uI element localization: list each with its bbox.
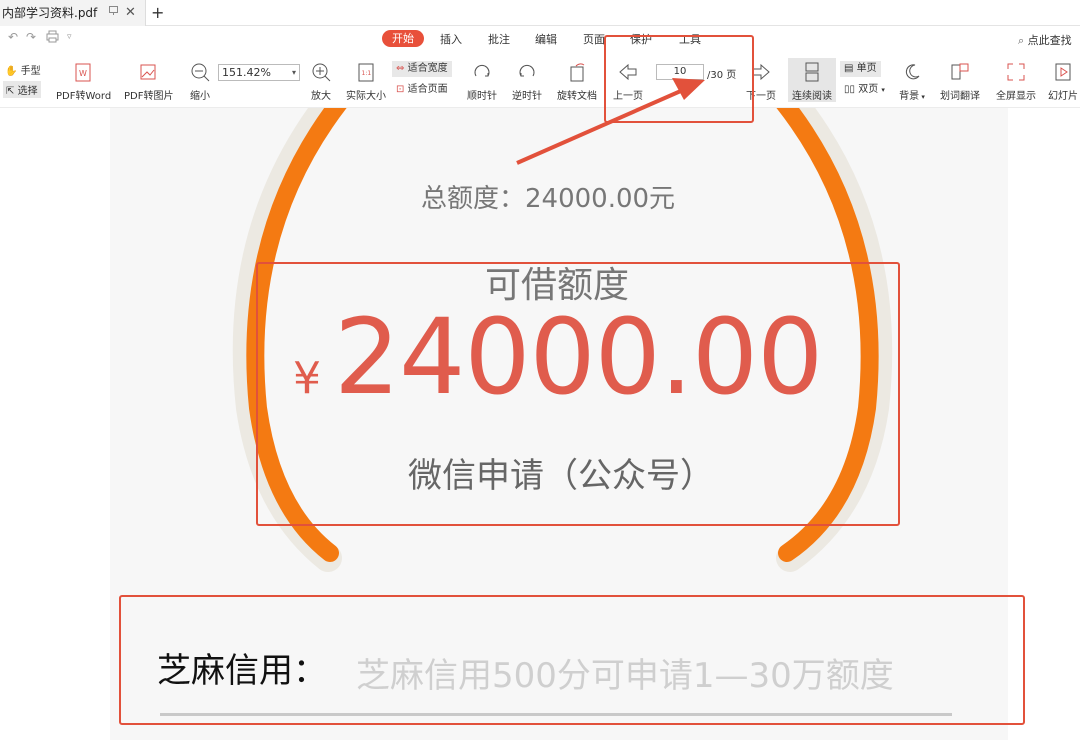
single-page-icon: ▤ <box>844 63 854 74</box>
slideshow-label: 幻灯片 <box>1048 91 1078 102</box>
close-tab-icon[interactable]: ✕ <box>125 0 136 26</box>
svg-text:W: W <box>79 69 87 78</box>
zoom-out-button[interactable]: 缩小 <box>188 61 212 102</box>
rotate-document-label: 旋转文档 <box>557 91 597 102</box>
rotate-counterclockwise-icon <box>510 61 544 83</box>
rotate-counterclockwise-button[interactable]: 逆时针 <box>510 61 544 102</box>
search-hint[interactable]: ⌕ 点此查找 <box>1018 32 1072 48</box>
svg-text:1:1: 1:1 <box>362 70 372 77</box>
fit-page-icon: ⊡ <box>396 84 405 95</box>
select-tool-button[interactable]: ⇱ 选择 <box>3 81 41 98</box>
actual-size-label: 实际大小 <box>346 91 386 102</box>
zoom-in-icon <box>309 61 333 83</box>
annotation-box-amount <box>256 262 900 526</box>
zoom-in-label: 放大 <box>311 91 331 102</box>
double-page-button[interactable]: ▯▯ 双页 ▾ <box>840 82 889 98</box>
translate-icon <box>938 61 982 83</box>
double-page-icon: ▯▯ <box>844 84 856 95</box>
single-page-label: 单页 <box>856 63 877 74</box>
word-translate-button[interactable]: 划词翻译 <box>938 61 982 102</box>
rotate-document-icon <box>556 61 598 83</box>
chevron-down-icon: ▾ <box>881 86 885 94</box>
fit-width-icon: ⇔ <box>396 63 405 74</box>
rotate-counterclockwise-label: 逆时针 <box>512 91 542 102</box>
background-button[interactable]: 背景 ▾ <box>896 61 928 102</box>
annotation-box-page-nav <box>604 35 754 123</box>
continuous-reading-label: 连续阅读 <box>792 91 832 102</box>
pdf-to-word-button[interactable]: W PDF转Word <box>56 61 112 102</box>
pdf-to-word-label: PDF转Word <box>56 91 112 102</box>
menu-bar: ↶ ↷ ▿ 开始 插入 批注 编辑 页面 保护 工具 ⌕ 点此查找 <box>0 26 1080 52</box>
fullscreen-label: 全屏显示 <box>996 91 1036 102</box>
hand-tool-button[interactable]: ✋ 手型 <box>5 62 41 77</box>
new-tab-button[interactable]: + <box>151 0 164 26</box>
menu-tab-edit[interactable]: 编辑 <box>535 31 557 47</box>
pdf-to-image-icon <box>124 61 172 83</box>
zoom-out-icon <box>188 61 212 83</box>
fullscreen-icon <box>995 61 1037 83</box>
tab-bar: 内部学习资料.pdf ✕ + <box>0 0 1080 26</box>
annotation-box-zhima <box>119 595 1025 725</box>
moon-icon <box>896 61 928 83</box>
menu-tab-page[interactable]: 页面 <box>583 31 605 47</box>
tab-title: 内部学习资料.pdf <box>2 6 98 20</box>
slideshow-button[interactable]: 幻灯片 <box>1047 61 1079 102</box>
chevron-down-icon: ▾ <box>291 68 296 77</box>
quick-access-dropdown-icon[interactable]: ▿ <box>67 32 72 42</box>
fit-page-button[interactable]: ⊡ 适合页面 <box>392 82 452 98</box>
zoom-in-button[interactable]: 放大 <box>309 61 333 102</box>
redo-icon[interactable]: ↷ <box>26 30 36 44</box>
continuous-reading-icon <box>790 61 834 83</box>
slideshow-icon <box>1047 61 1079 83</box>
pdf-to-word-icon: W <box>56 61 110 83</box>
continuous-reading-button[interactable]: 连续阅读 <box>790 61 834 102</box>
rotate-document-button[interactable]: 旋转文档 <box>556 61 598 102</box>
select-tool-label: 选择 <box>17 86 38 97</box>
menu-tab-start[interactable]: 开始 <box>382 30 424 47</box>
background-label: 背景 <box>899 91 920 102</box>
actual-size-icon: 1:1 <box>345 61 387 83</box>
actual-size-button[interactable]: 1:1 实际大小 <box>345 61 387 102</box>
rotate-clockwise-icon <box>466 61 498 83</box>
menu-tab-insert[interactable]: 插入 <box>440 31 462 47</box>
print-icon[interactable] <box>46 30 59 46</box>
hand-icon: ✋ <box>5 66 18 77</box>
cursor-icon: ⇱ <box>6 86 15 97</box>
pin-icon[interactable] <box>108 0 119 26</box>
zoom-level-value: 151.42% <box>222 66 271 79</box>
search-icon: ⌕ <box>1018 34 1025 47</box>
toolbar: ✋ 手型 ⇱ 选择 W PDF转Word PDF转图片 缩小 151.42% ▾… <box>0 52 1080 108</box>
chevron-down-icon: ▾ <box>919 93 925 101</box>
word-translate-label: 划词翻译 <box>940 91 980 102</box>
hand-tool-label: 手型 <box>20 66 41 77</box>
pdf-to-image-button[interactable]: PDF转图片 <box>124 61 174 102</box>
rotate-clockwise-label: 顺时针 <box>467 91 497 102</box>
search-hint-label: 点此查找 <box>1027 34 1072 47</box>
fit-page-label: 适合页面 <box>407 84 448 95</box>
fit-width-button[interactable]: ⇔ 适合宽度 <box>392 61 452 77</box>
zoom-level-select[interactable]: 151.42% ▾ <box>218 64 300 81</box>
menu-tab-comment[interactable]: 批注 <box>488 31 510 47</box>
total-credit-line: 总额度：24000.00元 <box>421 184 676 214</box>
fit-width-label: 适合宽度 <box>407 63 448 74</box>
single-page-button[interactable]: ▤ 单页 <box>840 61 881 77</box>
double-page-label: 双页 <box>858 84 879 95</box>
zoom-out-label: 缩小 <box>190 91 210 102</box>
rotate-clockwise-button[interactable]: 顺时针 <box>466 61 498 102</box>
undo-icon[interactable]: ↶ <box>8 30 18 44</box>
fullscreen-button[interactable]: 全屏显示 <box>995 61 1037 102</box>
pdf-to-image-label: PDF转图片 <box>124 91 174 102</box>
document-tab[interactable]: 内部学习资料.pdf ✕ <box>0 0 146 26</box>
